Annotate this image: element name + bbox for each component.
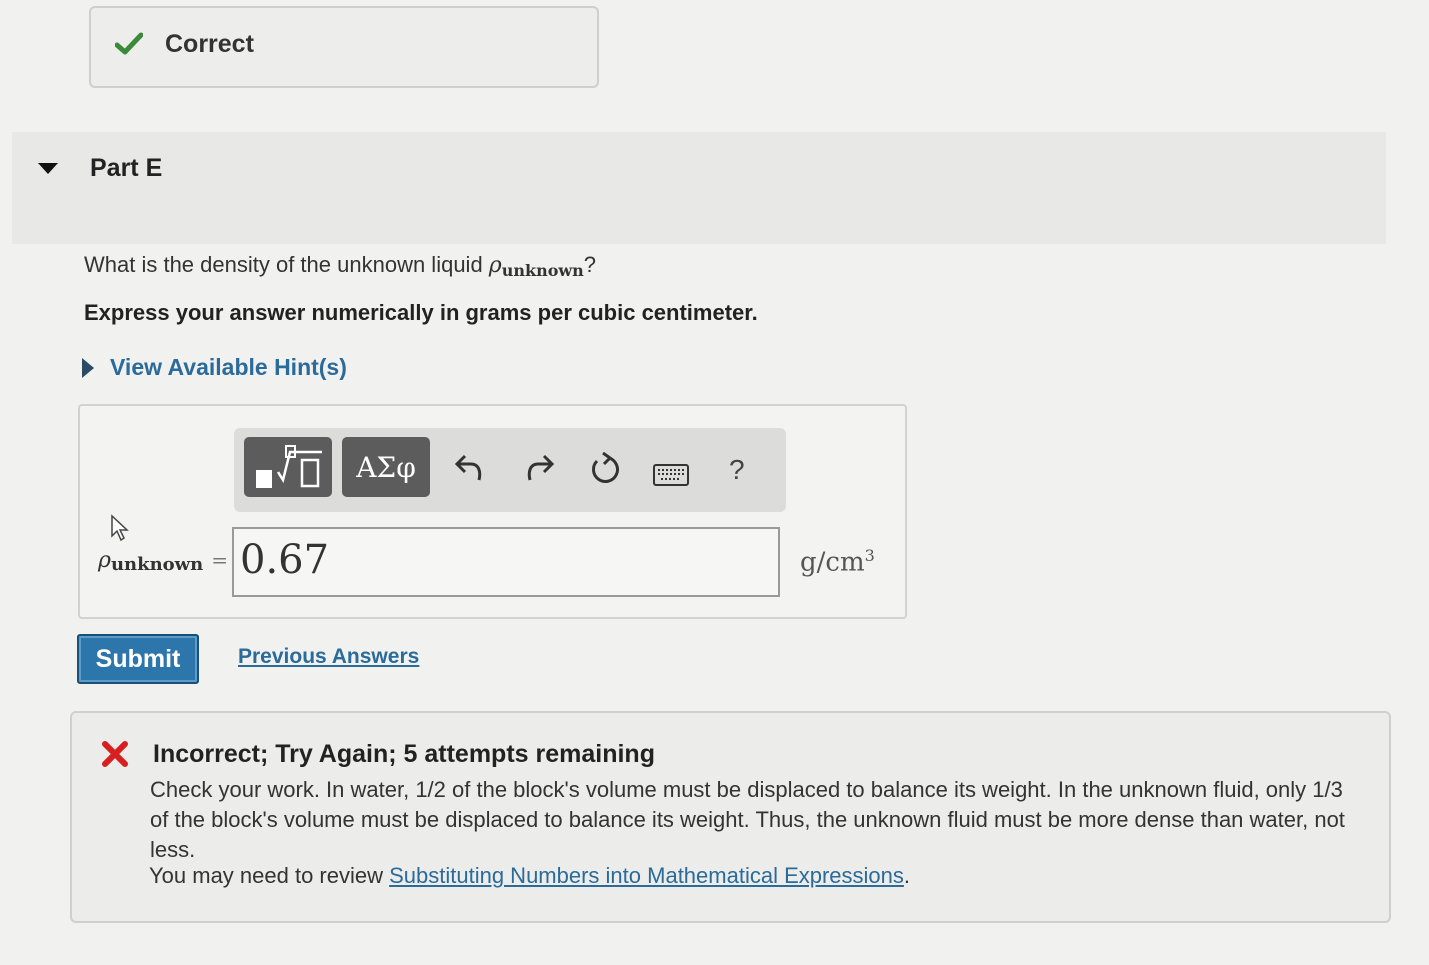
templates-button[interactable] xyxy=(244,437,332,497)
question-prefix: What is the density of the unknown liqui… xyxy=(84,252,489,277)
answer-subscript: unknown xyxy=(110,554,204,575)
question-symbol: ρ xyxy=(488,253,502,278)
part-title: Part E xyxy=(90,154,163,182)
keyboard-icon[interactable] xyxy=(653,464,689,486)
review-prefix: You may need to review xyxy=(149,863,390,888)
caret-right-icon xyxy=(82,357,94,378)
review-suffix: . xyxy=(903,863,911,888)
templates-icon xyxy=(256,445,322,488)
incorrect-body: Check your work. In water, 1/2 of the bl… xyxy=(150,777,1345,862)
review-link[interactable]: Substituting Numbers into Mathematical E… xyxy=(389,863,904,888)
instruction-text: Express your answer numerically in grams… xyxy=(84,300,758,325)
correct-feedback: Correct xyxy=(89,6,599,88)
caret-down-icon[interactable] xyxy=(38,163,58,175)
reset-icon[interactable] xyxy=(589,452,621,486)
answer-input[interactable]: 0.67 xyxy=(232,527,780,597)
question-suffix: ? xyxy=(583,252,597,277)
incorrect-title: Incorrect; Try Again; 5 attempts remaini… xyxy=(153,740,655,768)
previous-answers-link[interactable]: Previous Answers xyxy=(238,645,419,669)
correct-label: Correct xyxy=(165,30,254,58)
question-subscript: unknown xyxy=(501,261,584,280)
incorrect-feedback: Incorrect; Try Again; 5 attempts remaini… xyxy=(70,711,1391,923)
view-hints-label[interactable]: View Available Hint(s) xyxy=(110,354,347,381)
math-toolbar: ΑΣφ ? xyxy=(234,428,786,512)
redo-icon[interactable] xyxy=(524,452,554,484)
unit-exponent: 3 xyxy=(864,546,875,565)
submit-button[interactable]: Submit xyxy=(77,634,199,684)
unit-label: g/cm3 xyxy=(800,546,875,578)
answer-label: ρunknown = xyxy=(98,548,229,575)
checkmark-icon xyxy=(115,32,143,55)
answer-symbol: ρ xyxy=(98,548,111,573)
mouse-cursor-icon xyxy=(111,514,129,542)
review-text: You may need to review Substituting Numb… xyxy=(149,863,910,889)
unit-base: g/cm xyxy=(800,547,865,578)
error-x-icon xyxy=(102,741,128,767)
question-text: What is the density of the unknown liqui… xyxy=(84,252,597,280)
undo-icon[interactable] xyxy=(455,452,485,484)
equals-sign: = xyxy=(211,548,229,572)
help-button[interactable]: ? xyxy=(729,454,745,486)
greek-symbols-button[interactable]: ΑΣφ xyxy=(342,437,430,497)
part-header[interactable]: Part E xyxy=(12,132,1386,244)
view-hints-link[interactable]: View Available Hint(s) xyxy=(82,354,347,381)
